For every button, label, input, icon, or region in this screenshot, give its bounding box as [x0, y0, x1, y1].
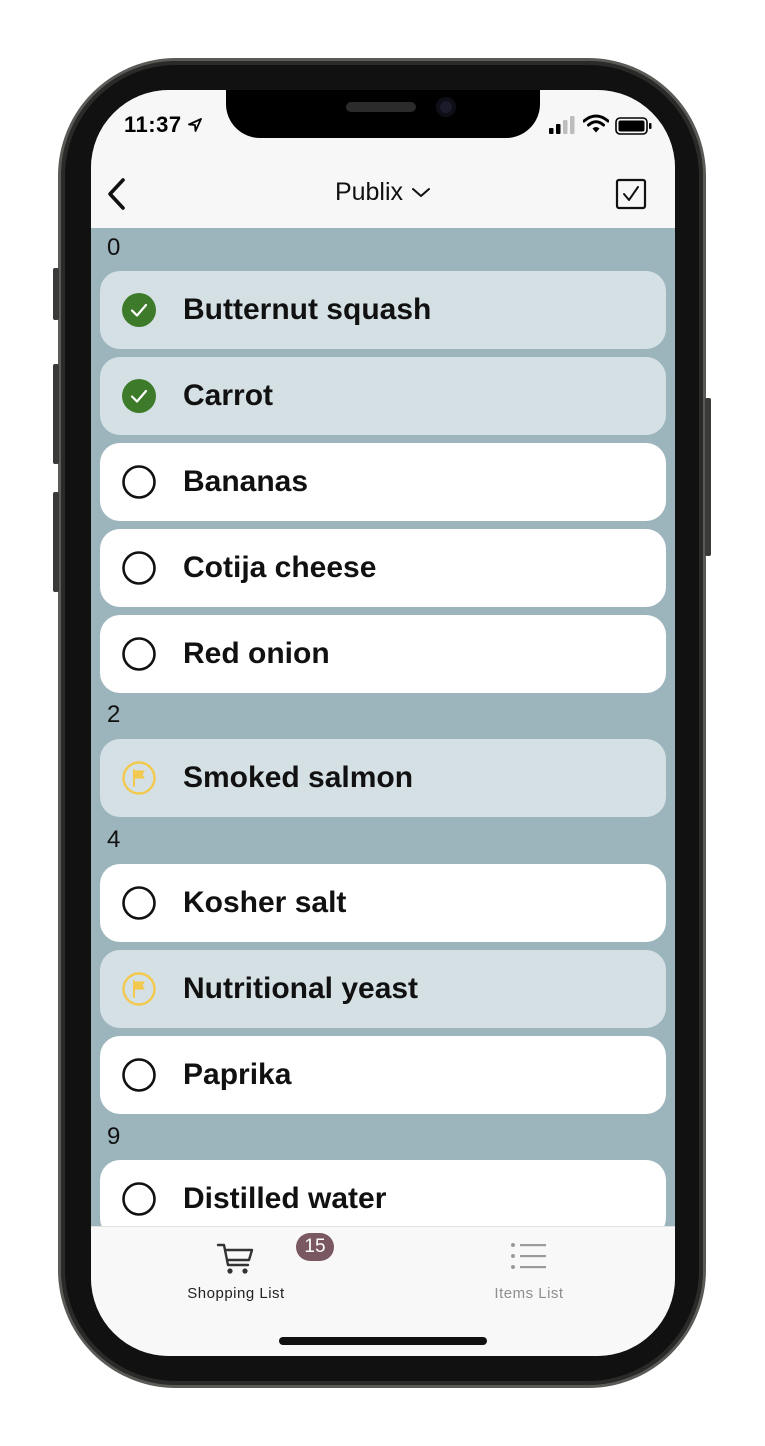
list-icon [511, 1243, 546, 1269]
checked-circle-icon[interactable] [122, 293, 156, 327]
section-header: 2 [107, 701, 121, 728]
cart-count-badge: 15 [296, 1233, 334, 1261]
item-label: Carrot [183, 379, 274, 412]
list-item[interactable]: Nutritional yeast [100, 950, 666, 1028]
tab-shopping-list[interactable]: 15 Shopping List [136, 1227, 336, 1317]
phone-power-button [705, 398, 711, 556]
cart-icon [216, 1243, 254, 1274]
item-label: Kosher salt [183, 886, 347, 919]
battery-icon [615, 117, 652, 135]
list-item[interactable]: Kosher salt [100, 864, 666, 942]
list-item[interactable]: Distilled water [100, 1160, 666, 1226]
empty-circle-icon[interactable] [122, 551, 156, 585]
notch [226, 90, 540, 138]
section-header: 0 [107, 234, 121, 261]
list-item[interactable]: Cotija cheese [100, 529, 666, 607]
checked-circle-icon[interactable] [122, 379, 156, 413]
item-label: Smoked salmon [183, 761, 414, 794]
wifi-icon [583, 114, 609, 133]
location-arrow-icon [188, 118, 202, 132]
empty-circle-icon[interactable] [122, 1182, 156, 1216]
empty-circle-icon[interactable] [122, 886, 156, 920]
tab-items-list[interactable]: Items List [429, 1227, 629, 1317]
section-header: 4 [107, 826, 121, 853]
item-label: Nutritional yeast [183, 972, 419, 1005]
store-title: Publix [334, 178, 404, 206]
tab-label: Shopping List [187, 1285, 285, 1302]
chevron-down-icon [412, 188, 431, 198]
item-label: Red onion [183, 637, 330, 670]
item-label: Bananas [183, 465, 309, 498]
status-bar: 11:37 [91, 90, 675, 160]
item-label: Cotija cheese [183, 551, 377, 584]
front-camera [436, 97, 456, 117]
home-indicator[interactable] [279, 1337, 487, 1345]
phone-screen: 11:37 Publix 0 Butternut squash Carrot B… [91, 90, 675, 1356]
empty-circle-icon[interactable] [122, 637, 156, 671]
cellular-signal-icon [549, 116, 575, 134]
list-item[interactable]: Red onion [100, 615, 666, 693]
item-label: Paprika [183, 1058, 292, 1091]
list-item[interactable]: Carrot [100, 357, 666, 435]
tab-bar: 15 Shopping List Items List [91, 1226, 675, 1356]
item-label: Butternut squash [183, 293, 432, 326]
store-selector[interactable]: Publix [91, 178, 675, 207]
phone-volume-down [53, 492, 59, 592]
empty-circle-icon[interactable] [122, 465, 156, 499]
list-item[interactable]: Bananas [100, 443, 666, 521]
navigation-bar: Publix [91, 160, 675, 228]
flag-circle-icon[interactable] [122, 972, 156, 1006]
list-item[interactable]: Paprika [100, 1036, 666, 1114]
item-label: Distilled water [183, 1182, 387, 1215]
section-header: 9 [107, 1123, 121, 1150]
tab-label: Items List [494, 1285, 564, 1302]
checkbox-icon[interactable] [615, 178, 647, 210]
status-time: 11:37 [124, 112, 182, 137]
list-item[interactable]: Smoked salmon [100, 739, 666, 817]
shopping-list[interactable]: 0 Butternut squash Carrot Bananas Cotija… [91, 228, 675, 1226]
empty-circle-icon[interactable] [122, 1058, 156, 1092]
flag-circle-icon[interactable] [122, 761, 156, 795]
phone-volume-up [53, 364, 59, 464]
list-item[interactable]: Butternut squash [100, 271, 666, 349]
phone-silent-switch [53, 268, 59, 320]
speaker-grille [346, 102, 416, 112]
